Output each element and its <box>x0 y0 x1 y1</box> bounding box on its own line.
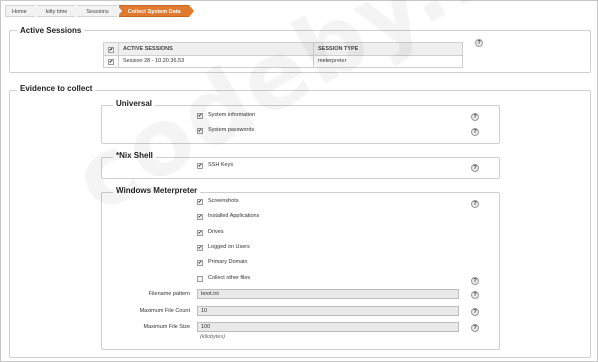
collect-other-files-label: Collect other files <box>208 275 251 281</box>
universal-title: Universal <box>113 99 156 108</box>
table-row[interactable]: ✔ Session 28 - 10.20.36.53 meterpreter <box>104 56 462 67</box>
universal-panel <box>101 105 500 144</box>
breadcrumb-current: Collect System Data <box>118 5 194 17</box>
help-icon[interactable]: ? <box>475 39 483 47</box>
help-icon[interactable]: ? <box>471 164 479 172</box>
table-header: ✔ ACTIVE SESSIONS SESSION TYPE <box>104 43 462 56</box>
help-icon[interactable]: ? <box>471 308 479 316</box>
column-header-session-type[interactable]: SESSION TYPE <box>314 43 462 55</box>
maximum-file-count-input[interactable]: 10 <box>197 306 459 316</box>
system-information-label: System information <box>208 112 256 118</box>
drives-label: Drives <box>208 229 224 235</box>
breadcrumb-project[interactable]: kitty time <box>36 5 81 17</box>
system-passwords-checkbox[interactable]: ✔ <box>197 128 203 134</box>
help-icon[interactable]: ? <box>471 324 479 332</box>
session-checkbox[interactable]: ✔ <box>108 59 114 65</box>
select-all-checkbox[interactable]: ✔ <box>108 47 114 53</box>
help-icon[interactable]: ? <box>471 200 479 208</box>
column-header-active-sessions[interactable]: ACTIVE SESSIONS <box>119 43 314 55</box>
active-sessions-title: Active Sessions <box>17 26 85 35</box>
logged-on-users-checkbox[interactable]: ✔ <box>197 245 203 251</box>
screenshots-checkbox[interactable]: ✔ <box>197 199 203 205</box>
primary-domain-label: Primary Domain <box>208 259 248 265</box>
nix-shell-panel <box>101 157 500 179</box>
help-icon[interactable]: ? <box>471 291 479 299</box>
evidence-title: Evidence to collect <box>17 84 96 93</box>
system-passwords-label: System passwords <box>208 127 255 133</box>
sessions-table: ✔ ACTIVE SESSIONS SESSION TYPE ✔ Session… <box>103 42 463 68</box>
help-icon[interactable]: ? <box>471 113 479 121</box>
screenshots-label: Screenshots <box>208 198 239 204</box>
help-icon[interactable]: ? <box>471 128 479 136</box>
session-name: Session 28 - 10.20.36.53 <box>119 56 314 67</box>
drives-checkbox[interactable]: ✔ <box>197 230 203 236</box>
ssh-keys-checkbox[interactable]: ✔ <box>197 163 203 169</box>
filename-pattern-input[interactable]: boot.ini <box>197 289 459 299</box>
logged-on-users-label: Logged on Users <box>208 244 250 250</box>
windows-meterpreter-title: Windows Meterpreter <box>113 186 201 195</box>
session-type: meterpreter <box>318 58 347 64</box>
collect-other-files-checkbox[interactable] <box>197 276 203 282</box>
breadcrumb: Home kitty time Sessions Collect System … <box>5 5 194 17</box>
ssh-keys-label: SSH Keys <box>208 162 234 168</box>
file-size-unit-hint: (kilobytes) <box>200 334 226 340</box>
breadcrumb-sessions[interactable]: Sessions <box>77 5 123 17</box>
primary-domain-checkbox[interactable]: ✔ <box>197 260 203 266</box>
installed-applications-checkbox[interactable]: ✔ <box>197 214 203 220</box>
filename-pattern-label: Filename pattern <box>148 291 190 297</box>
maximum-file-size-input[interactable]: 100 <box>197 322 459 332</box>
nix-shell-title: *Nix Shell <box>113 151 156 160</box>
system-information-checkbox[interactable]: ✔ <box>197 113 203 119</box>
help-icon[interactable]: ? <box>471 277 479 285</box>
installed-applications-label: Installed Applications <box>208 213 260 219</box>
maximum-file-count-label: Maximum File Count <box>139 308 190 314</box>
maximum-file-size-label: Maximum File Size <box>143 324 190 330</box>
breadcrumb-home[interactable]: Home <box>5 5 40 17</box>
